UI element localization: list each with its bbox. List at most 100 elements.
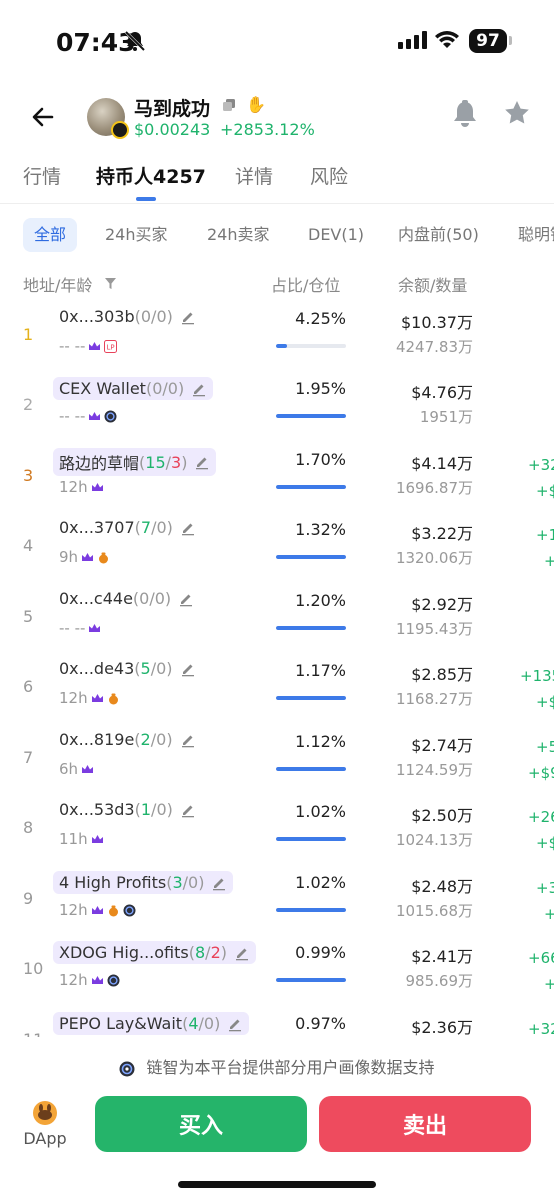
filter-funnel-icon[interactable]	[104, 277, 117, 290]
holder-row[interactable]: 11 PEPO Lay&Wait(4/0) 0.97% $2.36万 +32	[0, 1012, 554, 1037]
holder-address[interactable]: PEPO Lay&Wait	[59, 1014, 182, 1033]
holder-address[interactable]: 0x...53d3	[59, 800, 135, 819]
holder-rank: 4	[23, 536, 34, 555]
position-bar-fill	[276, 767, 346, 771]
sell-count: 0	[188, 873, 199, 892]
edit-pencil-icon[interactable]	[180, 732, 196, 748]
holder-row[interactable]: 3路边的草帽(15/3)12h1.70%$4.14万1696.87万+32+$	[0, 448, 554, 518]
buy-count: 8	[194, 943, 206, 962]
tab-market[interactable]: 行情	[23, 162, 61, 189]
holder-address-label[interactable]: XDOG Hig...ofits (8/2)	[53, 941, 256, 964]
holder-rank: 3	[23, 466, 34, 485]
coin-avatar	[87, 98, 129, 139]
edit-pencil-icon[interactable]	[180, 309, 196, 325]
battery-tip	[509, 36, 512, 45]
edit-pencil-icon[interactable]	[191, 381, 207, 397]
edit-pencil-icon[interactable]	[178, 591, 194, 607]
filter-24h-buyers[interactable]: 24h买家	[94, 218, 179, 252]
copy-icon[interactable]	[222, 98, 236, 112]
buy-count: 5	[140, 659, 151, 678]
back-arrow-icon[interactable]	[28, 102, 58, 132]
holder-row[interactable]: 9 4 High Profits (3/0) 12h 1.02% $2.48万 1015.6…	[0, 871, 554, 941]
holder-address-label[interactable]: 0x...303b (0/0)	[59, 307, 196, 326]
holder-age-text: -- --	[59, 337, 86, 355]
holding-value: $2.85万	[411, 665, 473, 684]
dapp-button[interactable]: DApp	[22, 1101, 68, 1148]
edit-pencil-icon[interactable]	[194, 454, 210, 470]
holder-rank: 6	[23, 677, 34, 696]
holder-address-label[interactable]: PEPO Lay&Wait (4/0)	[53, 1012, 250, 1035]
buy-count: 0	[152, 379, 163, 398]
holder-age: 6h	[59, 760, 94, 778]
holding-ratio: 1.02%	[295, 802, 346, 821]
holder-address-label[interactable]: 0x...3707 (7/0)	[59, 518, 196, 537]
holding-ratio: 0.99%	[295, 943, 346, 962]
holding-quantity: 1320.06万	[395, 549, 473, 567]
favorite-star-icon[interactable]	[503, 99, 531, 127]
col-balance-qty[interactable]: 余额/数量	[398, 272, 467, 296]
status-bar: 07:43 97	[0, 0, 554, 84]
holder-row[interactable]: 6 0x...de43 (5/0) 12h 1.17% $2.85万 1168.27万 +13…	[0, 659, 554, 729]
holder-address[interactable]: 0x...c44e	[59, 589, 133, 608]
holder-address-label[interactable]: CEX Wallet (0/0)	[53, 377, 214, 400]
edit-pencil-icon[interactable]	[180, 520, 196, 536]
edit-pencil-icon[interactable]	[180, 802, 196, 818]
holder-row[interactable]: 2 CEX Wallet (0/0) -- -- 1.95% $4.76万 1951万	[0, 377, 554, 447]
alert-bell-icon[interactable]	[451, 99, 479, 129]
holder-row[interactable]: 4 0x...3707 (7/0) 9h 1.32% $3.22万 1320.06万 +1 +	[0, 518, 554, 588]
filter-dev[interactable]: DEV(1)	[297, 218, 375, 252]
crown-icon	[82, 552, 94, 561]
buy-count: 1	[140, 800, 152, 819]
holder-age-text: -- --	[59, 407, 86, 425]
filter-24h-sellers[interactable]: 24h卖家	[196, 218, 281, 252]
filter-all[interactable]: 全部	[23, 218, 78, 252]
holder-age-text: -- --	[59, 619, 86, 637]
tab-holders[interactable]: 持币人4257	[96, 162, 206, 189]
filter-pre-launch[interactable]: 内盘前(50)	[387, 218, 490, 252]
edit-pencil-icon[interactable]	[211, 875, 227, 891]
holder-address-label[interactable]: 0x...de43 (5/0)	[59, 659, 196, 678]
trade-count: (1/0)	[135, 800, 173, 819]
holder-address[interactable]: 0x...de43	[59, 659, 134, 678]
filter-smart-money[interactable]: 聪明钱	[507, 218, 554, 252]
holding-quantity: 1024.13万	[395, 831, 473, 849]
buy-button[interactable]: 买入	[95, 1096, 307, 1152]
holder-row[interactable]: 5 0x...c44e (0/0) -- -- 1.20% $2.92万 1195.43万	[0, 589, 554, 659]
holder-address[interactable]: 0x...303b	[59, 307, 135, 326]
trade-count: (0/0)	[135, 307, 173, 326]
holder-age-text: 12h	[59, 689, 88, 707]
holder-address-label[interactable]: 0x...819e (2/0)	[59, 730, 196, 749]
trade-count-close: )	[198, 873, 205, 892]
edit-pencil-icon[interactable]	[234, 945, 250, 961]
holder-row[interactable]: 8 0x...53d3(1/0) 11h 1.02% $2.50万 1024.13万 +26…	[0, 800, 554, 870]
holder-address[interactable]: 路边的草帽	[59, 450, 139, 474]
trade-count: (3/0)	[166, 873, 204, 892]
holder-address[interactable]: 0x...3707	[59, 518, 135, 537]
buy-count: 0	[140, 307, 152, 326]
tab-details[interactable]: 详情	[235, 162, 273, 189]
holder-row[interactable]: 7 0x...819e (2/0) 6h 1.12% $2.74万 1124.59万 +5 +$…	[0, 730, 554, 800]
trade-count: (0/0)	[133, 589, 171, 608]
holder-address-label[interactable]: 4 High Profits (3/0)	[53, 871, 234, 894]
trade-count-close: )	[214, 1014, 221, 1033]
holder-address[interactable]: CEX Wallet	[59, 379, 146, 398]
holder-address[interactable]: 4 High Profits	[59, 873, 166, 892]
holder-row[interactable]: 1 0x...303b (0/0) -- -- LP 4.25% $10.37万 4247.8…	[0, 307, 554, 377]
sell-count: 3	[171, 452, 182, 472]
col-ratio-position[interactable]: 占比/仓位	[271, 272, 340, 296]
holder-rank: 1	[23, 325, 34, 344]
buy-count: 4	[188, 1014, 199, 1033]
edit-pencil-icon[interactable]	[227, 1016, 243, 1032]
sell-button[interactable]: 卖出	[319, 1096, 531, 1152]
holder-address-label[interactable]: 路边的草帽 (15/3)	[53, 448, 217, 476]
holder-address-label[interactable]: 0x...53d3 (1/0)	[59, 800, 196, 819]
holder-row[interactable]: 10 XDOG Hig...ofits (8/2) 12h 0.99% $2.41万 985…	[0, 941, 554, 1011]
holder-address-label[interactable]: 0x...c44e (0/0)	[59, 589, 194, 608]
tab-risk[interactable]: 风险	[310, 162, 348, 189]
buy-count: 0	[139, 589, 150, 608]
position-bar	[276, 485, 346, 489]
holder-address[interactable]: 0x...819e	[59, 730, 134, 749]
holding-quantity: 1951万	[419, 408, 473, 426]
holder-address[interactable]: XDOG Hig...ofits	[59, 943, 189, 962]
edit-pencil-icon[interactable]	[180, 661, 196, 677]
